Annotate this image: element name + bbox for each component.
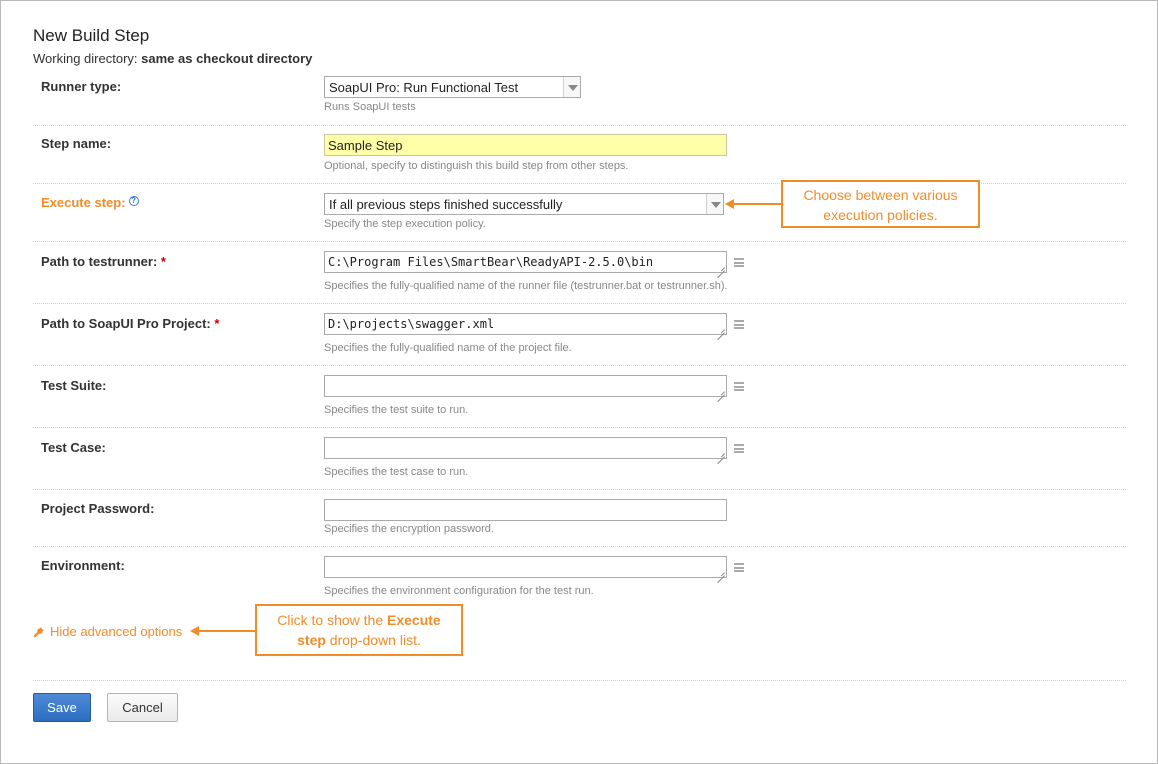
step-name-label: Step name: (41, 136, 112, 151)
row-step-name: Step name: Sample Step Optional, specify… (33, 126, 1126, 184)
project-password-input[interactable] (324, 499, 727, 521)
path-testrunner-label-wrap: Path to testrunner: * (41, 254, 166, 269)
runner-type-note: Runs SoapUI tests (324, 101, 416, 113)
row-test-suite: Test Suite: Specifies the test suite to … (33, 366, 1126, 428)
callout-advanced-text: drop-down list. (325, 632, 421, 648)
working-directory-value: same as checkout directory (141, 51, 313, 66)
environment-note: Specifies the environment configuration … (324, 585, 594, 597)
list-icon[interactable] (734, 320, 744, 329)
wrench-icon (33, 627, 44, 638)
resize-handle-icon[interactable] (717, 568, 725, 576)
execute-step-label: Execute step: (41, 195, 126, 210)
execute-step-select[interactable]: If all previous steps finished successfu… (324, 193, 724, 215)
path-project-label: Path to SoapUI Pro Project: (41, 316, 211, 331)
step-name-note: Optional, specify to distinguish this bu… (324, 160, 629, 172)
callout-execute-line2: execution policies. (823, 207, 938, 223)
environment-input[interactable] (324, 556, 727, 578)
environment-label: Environment: (41, 558, 125, 573)
project-password-note: Specifies the encryption password. (324, 523, 494, 535)
callout-arrow-head (725, 199, 734, 209)
help-icon[interactable]: ? (128, 196, 139, 206)
execute-step-note: Specify the step execution policy. (324, 218, 486, 230)
step-name-input[interactable]: Sample Step (324, 134, 727, 156)
path-project-note: Specifies the fully-qualified name of th… (324, 342, 572, 354)
resize-handle-icon[interactable] (717, 387, 725, 395)
callout-execute-policies: Choose between various execution policie… (781, 180, 980, 228)
path-testrunner-input[interactable]: C:\Program Files\SmartBear\ReadyAPI-2.5.… (324, 251, 727, 273)
callout-advanced-bold: step (297, 632, 326, 648)
callout-advanced-bold: Execute (387, 612, 441, 628)
path-testrunner-label: Path to testrunner: (41, 254, 158, 269)
path-testrunner-value: C:\Program Files\SmartBear\ReadyAPI-2.5.… (328, 255, 654, 269)
hide-advanced-options-label: Hide advanced options (50, 624, 183, 639)
path-project-input[interactable]: D:\projects\swagger.xml (324, 313, 727, 335)
execute-step-selected: If all previous steps finished successfu… (329, 197, 563, 212)
runner-type-label: Runner type: (41, 79, 122, 94)
row-environment: Environment: Specifies the environment c… (33, 547, 1126, 607)
chevron-down-icon[interactable] (706, 194, 723, 214)
callout-execute-line1: Choose between various (803, 187, 958, 203)
save-button[interactable]: Save (33, 693, 91, 722)
cancel-button[interactable]: Cancel (107, 693, 178, 722)
callout-advanced-text: Click to show the (277, 612, 387, 628)
hide-advanced-options-link[interactable]: Hide advanced options (33, 624, 182, 639)
callout-advanced-line1: Click to show the Execute (257, 610, 461, 630)
chevron-down-icon[interactable] (563, 77, 580, 97)
callout-advanced-line2: step drop-down list. (257, 630, 461, 650)
page-title: New Build Step (33, 26, 150, 45)
resize-handle-icon[interactable] (717, 325, 725, 333)
callout-arrow-head (190, 626, 199, 636)
project-password-label: Project Password: (41, 501, 155, 516)
resize-handle-icon[interactable] (717, 263, 725, 271)
required-mark: * (160, 254, 166, 269)
row-project-password: Project Password: Specifies the encrypti… (33, 490, 1126, 547)
resize-handle-icon[interactable] (717, 449, 725, 457)
test-case-input[interactable] (324, 437, 727, 459)
row-path-testrunner: Path to testrunner: * C:\Program Files\S… (33, 242, 1126, 304)
divider (33, 680, 1126, 681)
working-directory-label: Working directory: (33, 51, 138, 66)
list-icon[interactable] (734, 444, 744, 453)
test-suite-note: Specifies the test suite to run. (324, 404, 469, 416)
test-case-note: Specifies the test case to run. (324, 466, 469, 478)
row-runner-type: Runner type: SoapUI Pro: Run Functional … (33, 72, 1126, 126)
working-directory: Working directory: same as checkout dire… (33, 51, 312, 66)
test-case-label: Test Case: (41, 440, 106, 455)
callout-arrow-line (733, 203, 782, 205)
path-project-label-wrap: Path to SoapUI Pro Project: * (41, 316, 219, 331)
test-suite-input[interactable] (324, 375, 727, 397)
row-path-project: Path to SoapUI Pro Project: * D:\project… (33, 304, 1126, 366)
list-icon[interactable] (734, 258, 744, 267)
list-icon[interactable] (734, 382, 744, 391)
test-suite-label: Test Suite: (41, 378, 107, 393)
row-test-case: Test Case: Specifies the test case to ru… (33, 428, 1126, 490)
runner-type-select[interactable]: SoapUI Pro: Run Functional Test (324, 76, 581, 98)
callout-arrow-line (198, 630, 256, 632)
callout-advanced: Click to show the Execute step drop-down… (255, 604, 463, 656)
list-icon[interactable] (734, 563, 744, 572)
execute-step-label-wrap: Execute step:? (41, 195, 139, 210)
runner-type-selected: SoapUI Pro: Run Functional Test (329, 80, 519, 95)
required-mark: * (214, 316, 220, 331)
path-project-value: D:\projects\swagger.xml (328, 317, 495, 331)
path-testrunner-note: Specifies the fully-qualified name of th… (324, 280, 728, 292)
